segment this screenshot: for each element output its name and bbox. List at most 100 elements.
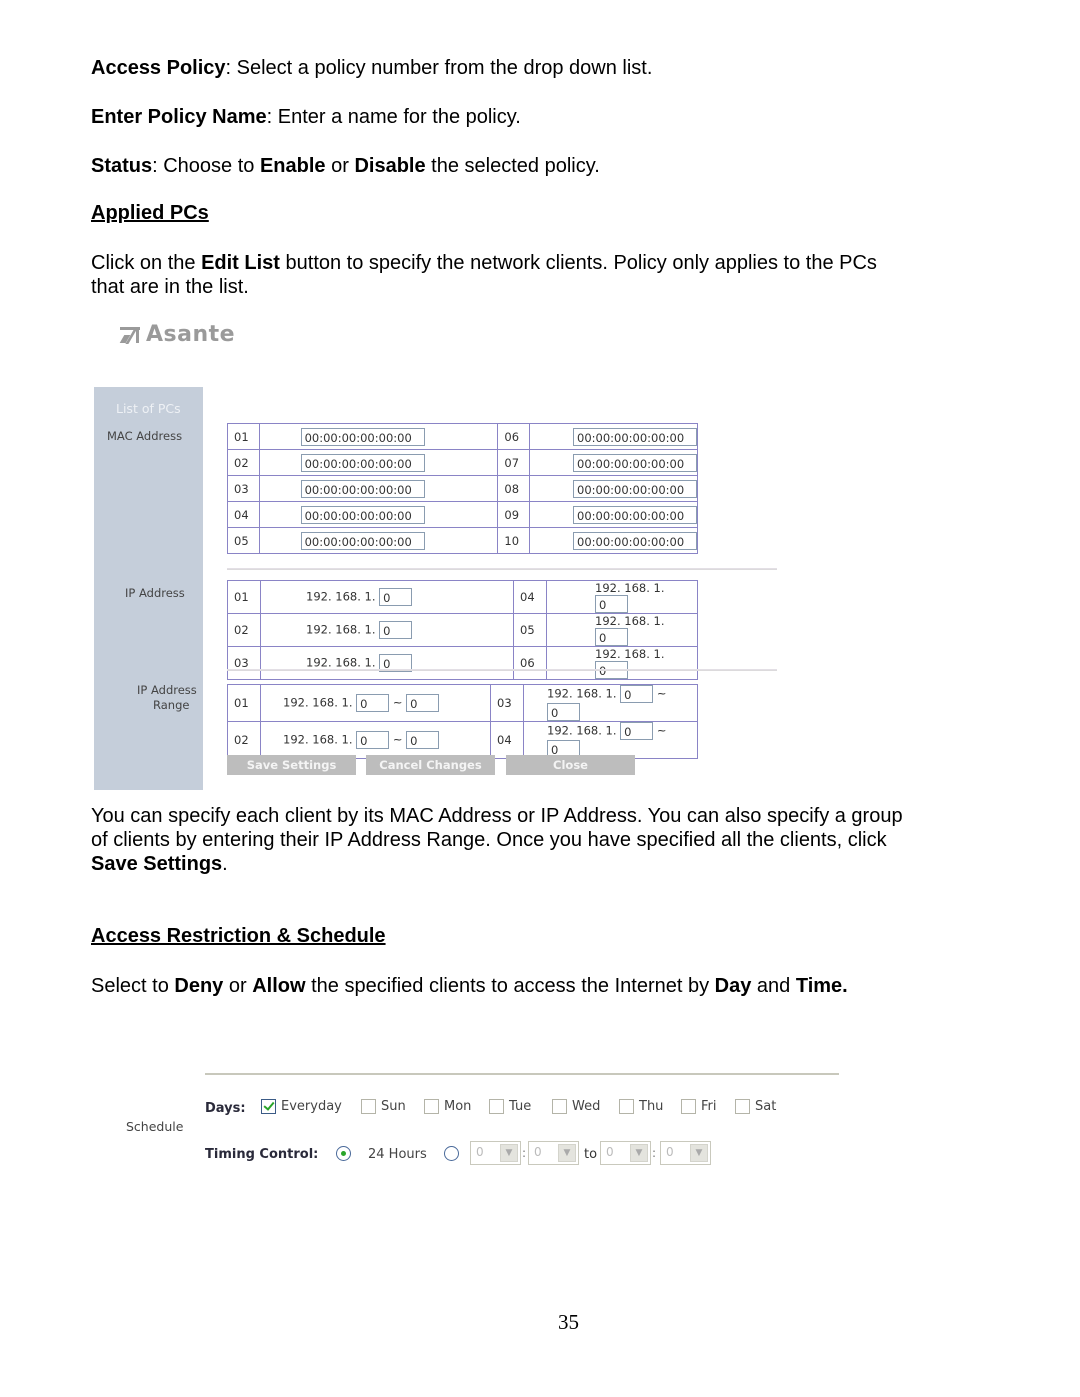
row-number: 04	[490, 721, 524, 759]
chevron-down-icon[interactable]: ▼	[690, 1144, 708, 1162]
ip-prefix: 192. 168. 1.	[306, 589, 376, 604]
row-number: 08	[497, 475, 530, 502]
ip-prefix: 192. 168. 1.	[595, 647, 665, 661]
range-from-input[interactable]: 0	[356, 731, 390, 749]
close-button[interactable]: Close	[506, 755, 635, 775]
desc-text: Click on the	[91, 252, 202, 274]
term: Disable	[354, 155, 426, 177]
asante-logo: Asante	[119, 322, 236, 347]
row-number: 06	[513, 646, 547, 680]
range-separator: ~	[656, 723, 667, 738]
day-checkbox-sun[interactable]: Sun	[361, 1099, 406, 1114]
day-label: Mon	[444, 1099, 472, 1114]
day-label: Fri	[701, 1099, 717, 1114]
row-number: 04	[513, 580, 547, 614]
day-checkbox-mon[interactable]: Mon	[424, 1099, 471, 1114]
row-number: 06	[497, 423, 530, 450]
desc-text: You can specify each client by its MAC A…	[91, 805, 903, 851]
mac-input[interactable]: 00:00:00:00:00:00	[573, 453, 697, 472]
ip-octet-input[interactable]: 0	[379, 621, 413, 639]
term: Allow	[252, 975, 306, 997]
row-number: 03	[227, 475, 260, 502]
day-checkbox-everyday[interactable]: Everyday	[261, 1099, 342, 1114]
mac-input[interactable]: 00:00:00:00:00:00	[300, 453, 425, 472]
range-from-input[interactable]: 0	[620, 685, 654, 703]
select-value: 0	[666, 1145, 674, 1159]
ip-prefix: 192. 168. 1.	[595, 581, 665, 595]
to-hour-select[interactable]: 0 ▼	[600, 1141, 651, 1165]
term: Time.	[795, 975, 848, 997]
divider	[227, 568, 777, 570]
checkbox-icon[interactable]	[424, 1099, 439, 1114]
table-row: 02 00:00:00:00:00:00 07 00:00:00:00:00:0…	[227, 449, 698, 476]
desc-text: or	[325, 155, 355, 177]
checkbox-icon[interactable]	[552, 1099, 567, 1114]
term: Access Policy	[91, 57, 226, 79]
restriction-heading: Access Restriction & Schedule	[91, 925, 386, 947]
ip-range-label-1: IP Address	[137, 683, 197, 697]
chevron-down-icon[interactable]: ▼	[630, 1144, 648, 1162]
table-row: 03 192. 168. 1. 0 06 192. 168. 1. 0	[227, 646, 698, 680]
ip-range-table: 01 192. 168. 1. 0 ~ 0 03 192. 168. 1. 0 …	[227, 684, 698, 759]
checkbox-icon[interactable]	[681, 1099, 696, 1114]
mac-input[interactable]: 00:00:00:00:00:00	[573, 427, 697, 446]
ip-octet-input[interactable]: 0	[379, 588, 413, 606]
applied-pcs-heading: Applied PCs	[91, 202, 209, 224]
day-checkbox-sat[interactable]: Sat	[735, 1099, 776, 1114]
row-number: 01	[227, 684, 261, 722]
radio-24-hours-icon[interactable]	[336, 1146, 351, 1161]
day-checkbox-thu[interactable]: Thu	[619, 1099, 663, 1114]
mac-input[interactable]: 00:00:00:00:00:00	[300, 479, 425, 498]
chevron-down-icon[interactable]: ▼	[558, 1144, 576, 1162]
checkbox-icon[interactable]	[361, 1099, 376, 1114]
range-from-input[interactable]: 0	[620, 722, 654, 740]
mac-input[interactable]: 00:00:00:00:00:00	[573, 531, 697, 550]
client-spec-desc: You can specify each client by its MAC A…	[91, 804, 906, 876]
term: Save Settings	[91, 853, 223, 875]
to-minute-select[interactable]: 0 ▼	[660, 1141, 711, 1165]
save-settings-button[interactable]: Save Settings	[227, 755, 356, 775]
mac-input[interactable]: 00:00:00:00:00:00	[300, 505, 425, 524]
desc-text: : Select a policy number from the drop d…	[225, 57, 653, 79]
applied-pcs-desc: Click on the Edit List button to specify…	[91, 251, 891, 299]
radio-custom-time-icon[interactable]	[444, 1146, 459, 1161]
checkbox-checked-icon[interactable]	[261, 1099, 276, 1114]
table-row: 03 00:00:00:00:00:00 08 00:00:00:00:00:0…	[227, 475, 698, 502]
from-minute-select[interactable]: 0 ▼	[528, 1141, 579, 1165]
range-separator: ~	[656, 686, 667, 701]
day-checkbox-fri[interactable]: Fri	[681, 1099, 717, 1114]
divider	[227, 669, 777, 671]
chevron-down-icon[interactable]: ▼	[500, 1144, 518, 1162]
policy-name-desc: Enter Policy Name: Enter a name for the …	[91, 105, 911, 129]
range-to-input[interactable]: 0	[406, 694, 440, 712]
day-checkbox-wed[interactable]: Wed	[552, 1099, 600, 1114]
range-from-input[interactable]: 0	[356, 694, 390, 712]
from-hour-select[interactable]: 0 ▼	[470, 1141, 521, 1165]
mac-input[interactable]: 00:00:00:00:00:00	[300, 427, 425, 446]
ip-range-label-2: Range	[153, 698, 190, 712]
ip-prefix: 192. 168. 1.	[547, 686, 617, 701]
cancel-changes-button[interactable]: Cancel Changes	[366, 755, 495, 775]
range-to-input[interactable]: 0	[406, 731, 440, 749]
table-row: 02 192. 168. 1. 0 05 192. 168. 1. 0	[227, 613, 698, 647]
range-to-input[interactable]: 0	[547, 703, 580, 721]
logo-text: Asante	[146, 322, 236, 347]
day-label: Everyday	[281, 1099, 342, 1114]
select-value: 0	[606, 1145, 614, 1159]
day-checkbox-tue[interactable]: Tue	[489, 1099, 531, 1114]
checkbox-icon[interactable]	[619, 1099, 634, 1114]
day-label: Tue	[509, 1099, 532, 1114]
mac-address-table: 01 00:00:00:00:00:00 06 00:00:00:00:00:0…	[227, 423, 698, 554]
row-number: 02	[227, 449, 260, 476]
status-desc: Status: Choose to Enable or Disable the …	[91, 154, 911, 178]
ip-octet-input[interactable]: 0	[595, 595, 628, 613]
timing-control-label: Timing Control:	[205, 1147, 319, 1162]
mac-input[interactable]: 00:00:00:00:00:00	[300, 531, 425, 550]
checkbox-icon[interactable]	[489, 1099, 504, 1114]
checkbox-icon[interactable]	[735, 1099, 750, 1114]
ip-octet-input[interactable]: 0	[595, 628, 628, 646]
term: Enter Policy Name	[91, 106, 267, 128]
desc-text: .	[222, 853, 228, 875]
mac-input[interactable]: 00:00:00:00:00:00	[573, 479, 697, 498]
mac-input[interactable]: 00:00:00:00:00:00	[573, 505, 697, 524]
